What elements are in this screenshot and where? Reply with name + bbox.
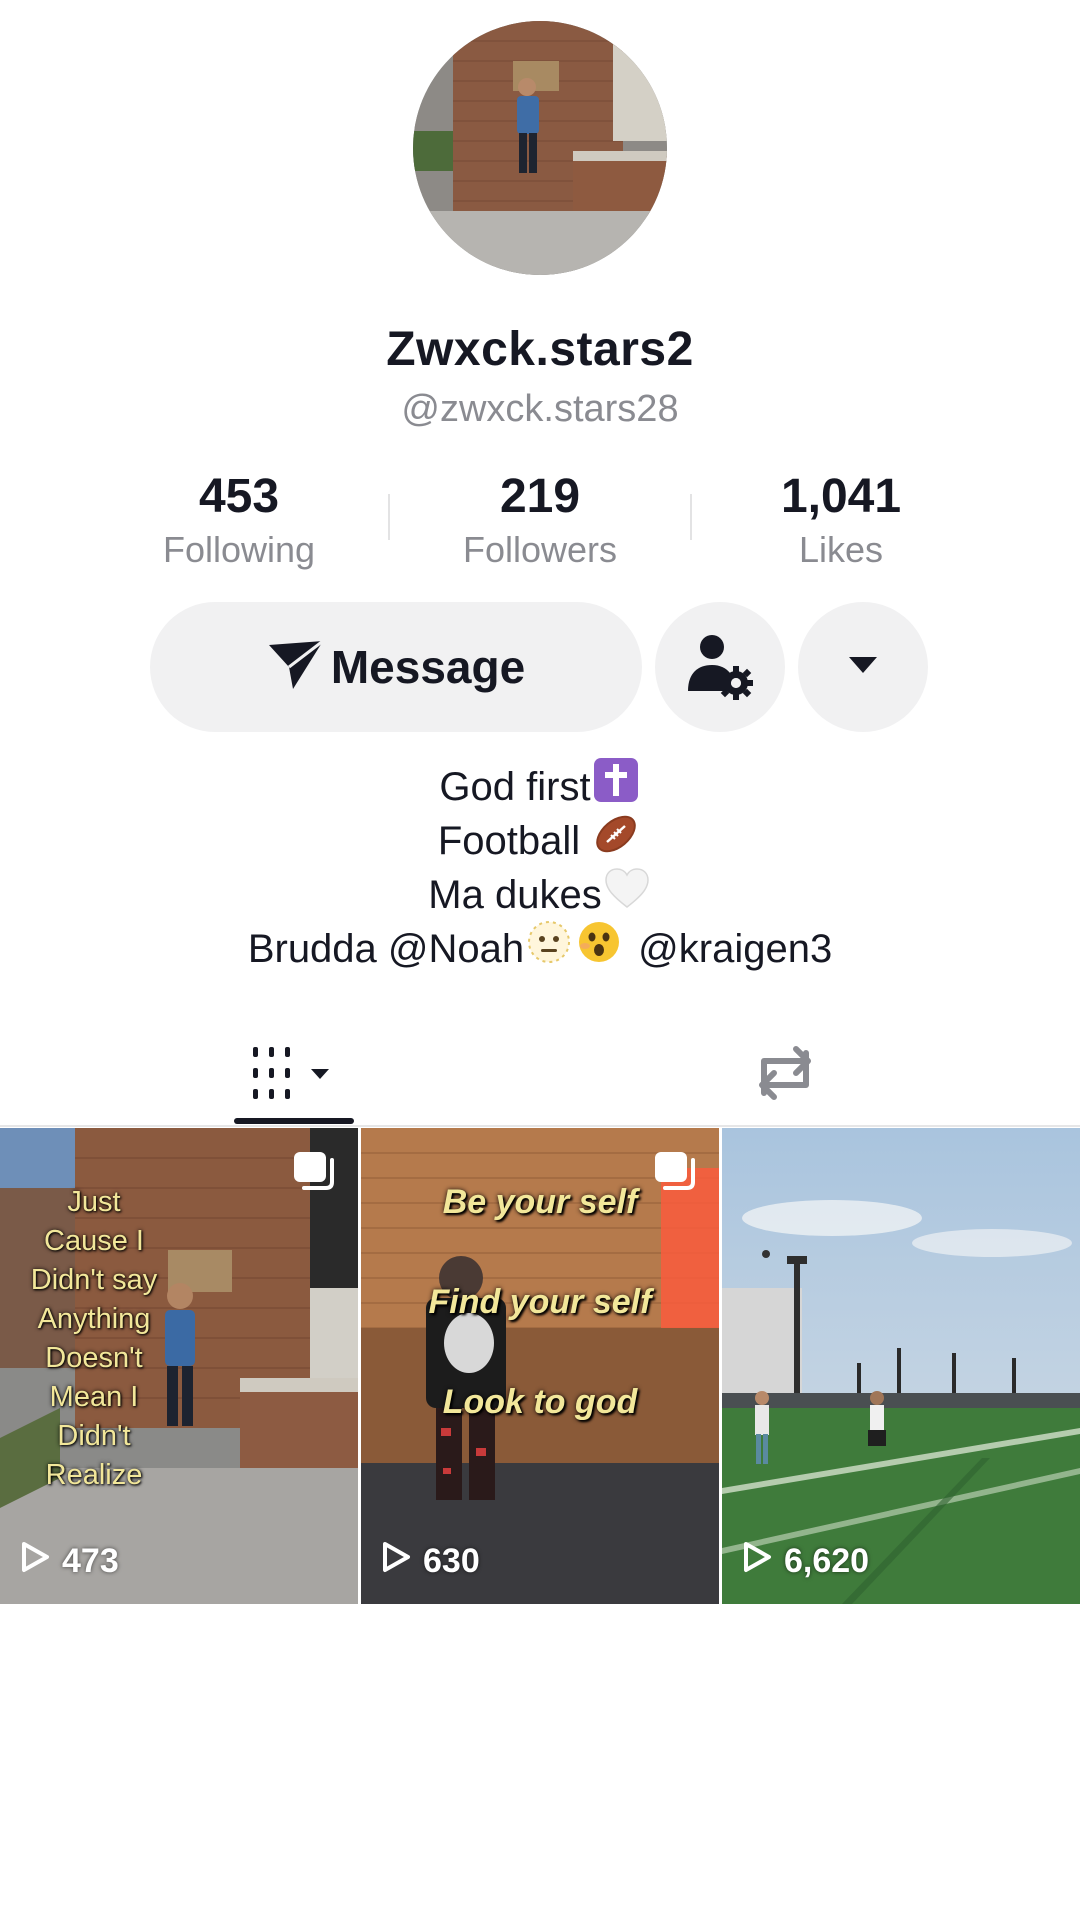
overlay-line: Anything: [37, 1303, 151, 1335]
latin-cross-emoji: [593, 757, 639, 817]
stat-followers[interactable]: 219 Followers: [430, 468, 650, 572]
profile-avatar[interactable]: [413, 21, 667, 275]
stat-divider: [388, 494, 390, 540]
tab-reposts[interactable]: [735, 1025, 835, 1125]
play-icon: [381, 1541, 411, 1582]
username-handle: @zwxck.stars28: [401, 388, 679, 430]
stat-likes[interactable]: 1,041 Likes: [731, 468, 951, 572]
overlay-line: Doesn't: [45, 1342, 143, 1374]
bio-mention[interactable]: @kraigen3: [638, 922, 832, 976]
display-name: Zwxck.stars2: [386, 323, 694, 376]
message-button[interactable]: Message: [150, 602, 642, 732]
add-friend-button[interactable]: [655, 602, 785, 732]
bio-text: Ma dukes: [428, 873, 602, 917]
caret-down-icon: [847, 655, 879, 680]
repost-icon: [752, 1043, 818, 1108]
active-tab-indicator: [234, 1118, 354, 1124]
photo-carousel-icon: [292, 1150, 338, 1197]
dotted-line-face-emoji: [526, 919, 572, 979]
view-count-value: 6,620: [784, 1542, 870, 1580]
bio-line: Ma dukes: [0, 868, 1080, 922]
profile-bio: God first Football Ma dukes Brudda @Noah…: [0, 757, 1080, 979]
overlay-line: Find your self: [428, 1283, 652, 1321]
stat-followers-label: Followers: [462, 529, 618, 570]
view-count-value: 630: [423, 1542, 480, 1580]
video-overlay-text: Just Cause I Didn't say Anything Doesn't…: [14, 1183, 174, 1495]
play-icon: [742, 1541, 772, 1582]
astonished-face-emoji: [576, 919, 622, 979]
stat-likes-count: 1,041: [780, 470, 902, 523]
american-football-emoji: [592, 811, 640, 871]
bio-text: God first: [439, 765, 591, 809]
white-heart-emoji: [604, 867, 650, 923]
photo-carousel-icon: [653, 1150, 699, 1197]
profile-tabs: [0, 1025, 1080, 1125]
overlay-line: Just: [67, 1186, 121, 1218]
overlay-line: Look to god: [442, 1383, 638, 1421]
bio-line: Football: [0, 814, 1080, 868]
stat-following-count: 453: [198, 470, 280, 523]
overlay-line: Cause I: [44, 1225, 144, 1257]
view-count-value: 473: [62, 1542, 119, 1580]
view-count: 473: [20, 1541, 119, 1582]
overlay-line: Didn't: [57, 1420, 131, 1452]
paper-plane-icon: [267, 639, 325, 696]
stat-divider: [690, 494, 692, 540]
view-count: 6,620: [742, 1541, 869, 1582]
bio-text: Football: [437, 819, 581, 863]
video-thumbnail[interactable]: Just Cause I Didn't say Anything Doesn't…: [0, 1128, 358, 1604]
tab-videos[interactable]: [234, 1025, 354, 1125]
grid-sort-icon: [249, 1045, 339, 1106]
overlay-line: Didn't say: [30, 1264, 158, 1296]
stat-likes-label: Likes: [798, 529, 884, 570]
bio-line: God first: [0, 757, 1080, 817]
overlay-line: Mean I: [49, 1381, 139, 1413]
message-button-label: Message: [330, 641, 526, 693]
stat-following-label: Following: [162, 529, 316, 570]
stat-following[interactable]: 453 Following: [129, 468, 349, 572]
video-thumbnail[interactable]: Be your self Find your self Look to god …: [361, 1128, 719, 1604]
user-settings-icon: [684, 629, 756, 706]
tabs-divider: [0, 1125, 1080, 1127]
bio-line: Brudda @Noah @kraigen3: [0, 919, 1080, 979]
stat-followers-count: 219: [499, 470, 581, 523]
overlay-line: Realize: [45, 1459, 143, 1491]
bio-text: Brudda @Noah: [247, 927, 525, 971]
video-thumbnail[interactable]: 6,620: [722, 1128, 1080, 1604]
view-count: 630: [381, 1541, 480, 1582]
more-options-button[interactable]: [798, 602, 928, 732]
play-icon: [20, 1541, 50, 1582]
